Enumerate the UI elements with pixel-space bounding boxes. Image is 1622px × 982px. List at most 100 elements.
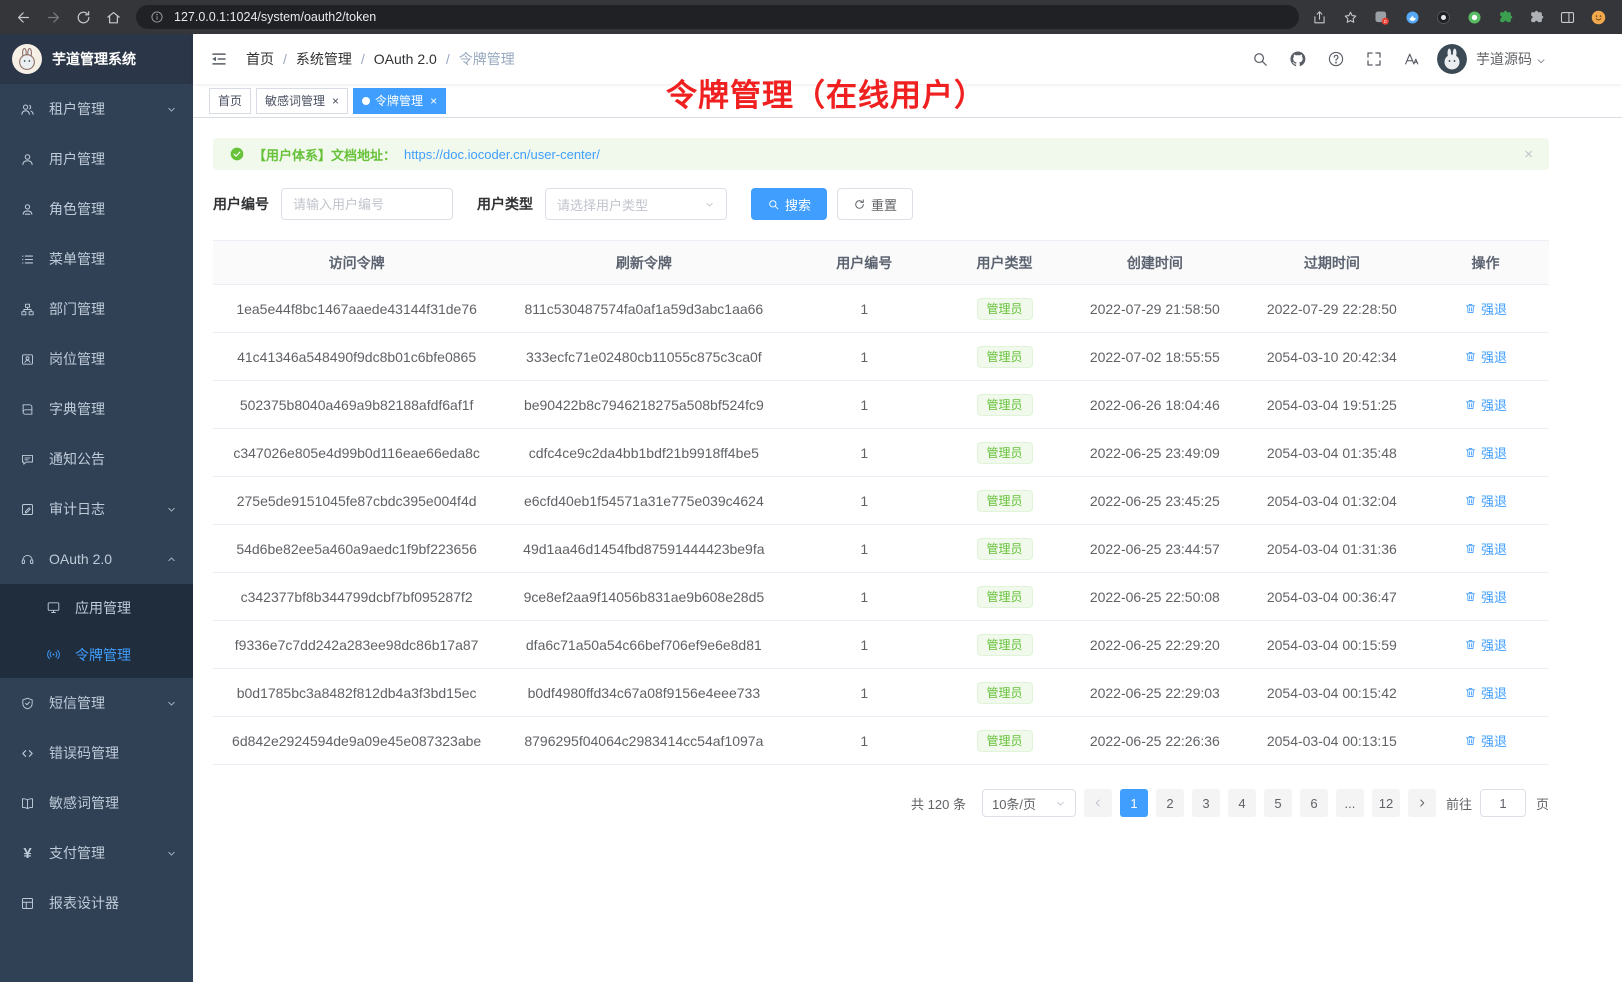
tab-token[interactable]: 令牌管理×: [353, 88, 446, 114]
doc-link[interactable]: https://doc.iocoder.cn/user-center/: [404, 147, 600, 162]
user-id-input[interactable]: [281, 188, 453, 220]
page-size-select[interactable]: 10条/页: [982, 789, 1076, 817]
sidebar-item-post[interactable]: 岗位管理: [0, 334, 193, 384]
extension-red-icon[interactable]: 0: [1371, 7, 1391, 27]
user-avatar[interactable]: [1437, 44, 1467, 74]
sidebar-item-label: 用户管理: [49, 149, 177, 169]
page-12-button[interactable]: 12: [1372, 789, 1400, 817]
force-logout-button[interactable]: 强退: [1464, 491, 1507, 510]
star-icon[interactable]: [1340, 7, 1360, 27]
search-icon[interactable]: [1245, 44, 1275, 74]
page-5-button[interactable]: 5: [1264, 789, 1292, 817]
user-id-label: 用户编号: [213, 194, 269, 214]
home-icon[interactable]: [100, 4, 126, 30]
app-logo[interactable]: 芋道管理系统: [0, 34, 193, 84]
breadcrumb-home[interactable]: 首页: [246, 49, 274, 69]
sidebar-item-menu[interactable]: 菜单管理: [0, 234, 193, 284]
page-4-button[interactable]: 4: [1228, 789, 1256, 817]
sidebar-item-dept[interactable]: 部门管理: [0, 284, 193, 334]
page-1-button[interactable]: 1: [1120, 789, 1148, 817]
alert-close-icon[interactable]: ×: [1524, 147, 1533, 162]
force-logout-button[interactable]: 强退: [1464, 299, 1507, 318]
site-info-icon[interactable]: [148, 8, 166, 26]
reset-button[interactable]: 重置: [837, 188, 913, 220]
forward-icon[interactable]: [40, 4, 66, 30]
force-logout-button[interactable]: 强退: [1464, 539, 1507, 558]
extension-puzzle-gray-icon[interactable]: [1526, 7, 1546, 27]
tab-close-icon[interactable]: ×: [332, 95, 339, 107]
reload-icon[interactable]: [70, 4, 96, 30]
next-page-button[interactable]: [1408, 789, 1436, 817]
prev-page-button[interactable]: [1084, 789, 1112, 817]
force-logout-button[interactable]: 强退: [1464, 347, 1507, 366]
sidebar-item-label: 角色管理: [49, 199, 177, 219]
sidebar-item-audit-log[interactable]: 审计日志: [0, 484, 193, 534]
question-icon[interactable]: [1321, 44, 1351, 74]
sidebar-item-role[interactable]: 角色管理: [0, 184, 193, 234]
extension-green-icon[interactable]: [1464, 7, 1484, 27]
profile-avatar[interactable]: [1588, 7, 1608, 27]
user-type-select[interactable]: 请选择用户类型: [545, 188, 727, 220]
breadcrumb-oauth2[interactable]: OAuth 2.0: [374, 51, 437, 67]
address-bar[interactable]: 127.0.0.1:1024/system/oauth2/token: [136, 5, 1299, 29]
more-pages-button[interactable]: ...: [1336, 789, 1364, 817]
force-logout-button[interactable]: 强退: [1464, 635, 1507, 654]
page-2-button[interactable]: 2: [1156, 789, 1184, 817]
sidebar-item-oauth2[interactable]: OAuth 2.0: [0, 534, 193, 584]
app-window: 芋道管理系统 租户管理用户管理角色管理菜单管理部门管理岗位管理字典管理通知公告审…: [0, 34, 1622, 982]
user-type-badge: 管理员: [977, 490, 1033, 512]
force-logout-button[interactable]: 强退: [1464, 731, 1507, 750]
tab-close-icon[interactable]: ×: [430, 95, 437, 107]
force-logout-button[interactable]: 强退: [1464, 395, 1507, 414]
force-logout-button[interactable]: 强退: [1464, 683, 1507, 702]
github-icon[interactable]: [1283, 44, 1313, 74]
fullscreen-icon[interactable]: [1359, 44, 1389, 74]
share-icon[interactable]: [1309, 7, 1329, 27]
sidebar-item-sensitive-word[interactable]: 敏感词管理: [0, 778, 193, 828]
alert-text: 【用户体系】文档地址：: [253, 145, 396, 164]
cell-created-time: 2022-06-25 23:45:25: [1068, 477, 1242, 525]
trash-icon: [1464, 638, 1477, 651]
sidebar-item-report[interactable]: 报表设计器: [0, 878, 193, 928]
cell-created-time: 2022-07-29 21:58:50: [1068, 285, 1242, 333]
font-size-icon[interactable]: [1397, 44, 1427, 74]
annotation-text: 令牌管理（在线用户）: [666, 70, 986, 115]
extension-dark-icon[interactable]: [1433, 7, 1453, 27]
force-logout-label: 强退: [1481, 539, 1507, 558]
table-column-header: 刷新令牌: [500, 241, 787, 285]
breadcrumb-system[interactable]: 系统管理: [296, 49, 352, 69]
table-column-header: 操作: [1422, 241, 1549, 285]
back-icon[interactable]: [10, 4, 36, 30]
sidebar-item-user[interactable]: 用户管理: [0, 134, 193, 184]
submenu-oauth2: 应用管理令牌管理: [0, 584, 193, 678]
sidebar-item-tenant[interactable]: 租户管理: [0, 84, 193, 134]
sidebar-item-pay[interactable]: ¥支付管理: [0, 828, 193, 878]
sidebar-item-label: 报表设计器: [49, 893, 177, 913]
extension-blue-icon[interactable]: [1402, 7, 1422, 27]
split-view-icon[interactable]: [1557, 7, 1577, 27]
force-logout-label: 强退: [1481, 635, 1507, 654]
cell-access-token: 41c41346a548490f9dc8b01c6bfe0865: [213, 333, 500, 381]
table-body: 1ea5e44f8bc1467aaede43144f31de76811c5304…: [213, 285, 1549, 765]
trash-icon: [1464, 302, 1477, 315]
sidebar-item-dict[interactable]: 字典管理: [0, 384, 193, 434]
post-icon: [20, 352, 35, 367]
force-logout-button[interactable]: 强退: [1464, 443, 1507, 462]
search-button[interactable]: 搜索: [751, 188, 827, 220]
goto-page-input[interactable]: [1480, 789, 1526, 817]
hamburger-icon[interactable]: [208, 48, 230, 70]
tab-home[interactable]: 首页: [209, 88, 251, 114]
sidebar-item-notice[interactable]: 通知公告: [0, 434, 193, 484]
sidebar-item-sms[interactable]: 短信管理: [0, 678, 193, 728]
username[interactable]: 芋道源码: [1476, 49, 1532, 69]
page-3-button[interactable]: 3: [1192, 789, 1220, 817]
sidebar-item-token[interactable]: 令牌管理: [0, 631, 193, 678]
sidebar-item-app[interactable]: 应用管理: [0, 584, 193, 631]
navbar-tools: 芋道源码: [1245, 44, 1547, 74]
page-6-button[interactable]: 6: [1300, 789, 1328, 817]
tab-sensitive-word[interactable]: 敏感词管理×: [256, 88, 348, 114]
oauth-icon: [20, 552, 35, 567]
force-logout-button[interactable]: 强退: [1464, 587, 1507, 606]
extension-puzzle-green-icon[interactable]: [1495, 7, 1515, 27]
sidebar-item-error-code[interactable]: 错误码管理: [0, 728, 193, 778]
